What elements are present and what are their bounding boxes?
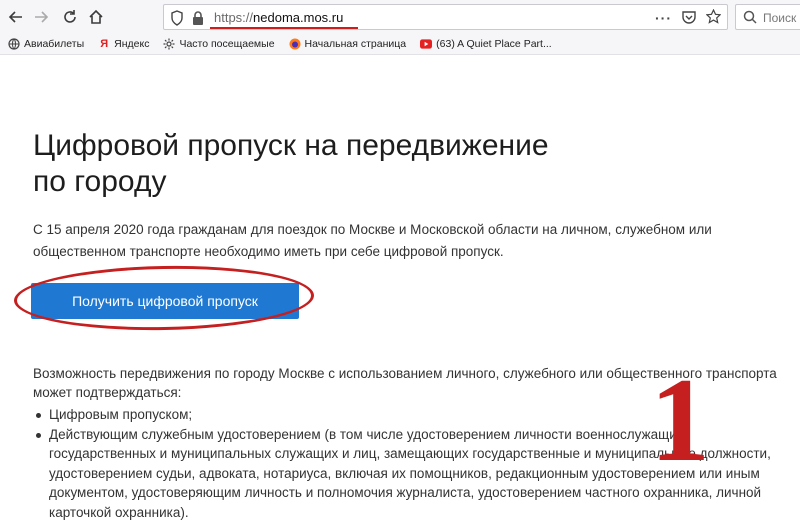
arrow-left-icon[interactable]: [6, 7, 26, 27]
intro-paragraph: С 15 апреля 2020 года гражданам для поез…: [33, 222, 712, 259]
search-placeholder: Поиск: [763, 11, 797, 25]
bookmarks-bar: Авиабилеты Я Яндекс Часто посещаемые Нач…: [0, 34, 800, 55]
url-text[interactable]: https://nedoma.mos.ru: [214, 10, 343, 25]
url-bar[interactable]: https://nedoma.mos.ru ···: [163, 4, 728, 30]
bookmark-label: Яндекс: [114, 38, 150, 50]
globe-icon: [8, 38, 20, 50]
page-title: Цифровой пропуск на передвижение по горо…: [33, 128, 633, 200]
gear-icon: [163, 38, 175, 50]
more-dots-icon[interactable]: ···: [655, 10, 672, 26]
annotation-number: 1: [650, 353, 710, 486]
browser-toolbar: https://nedoma.mos.ru ··· Поиск: [0, 0, 800, 34]
arrow-right-icon[interactable]: [31, 7, 51, 27]
url-host: nedoma.mos.ru: [253, 10, 344, 25]
search-icon: [743, 10, 757, 29]
firefox-icon: [289, 38, 301, 50]
search-box[interactable]: Поиск: [735, 4, 800, 30]
bookmark-item[interactable]: Начальная страница: [289, 38, 407, 50]
yandex-icon: Я: [100, 38, 109, 50]
page-title-line2: по городу: [33, 165, 167, 198]
bookmark-item[interactable]: (63) A Quiet Place Part...: [420, 38, 552, 50]
star-icon[interactable]: [705, 8, 722, 27]
bookmark-label: Часто посещаемые: [179, 38, 275, 50]
bookmark-label: (63) A Quiet Place Part...: [436, 38, 552, 50]
url-tools: ···: [655, 8, 722, 28]
list-item-text: Цифровым пропуском;: [49, 407, 193, 422]
shield-icon[interactable]: [170, 10, 186, 26]
home-icon[interactable]: [86, 7, 106, 27]
lock-icon[interactable]: [192, 10, 208, 26]
url-scheme: https://: [214, 10, 254, 25]
page-title-line1: Цифровой пропуск на передвижение: [33, 129, 549, 162]
reload-icon[interactable]: [60, 7, 80, 27]
youtube-icon: [420, 38, 433, 50]
bookmark-item[interactable]: Авиабилеты: [8, 38, 84, 50]
bookmark-item[interactable]: Я Яндекс: [98, 38, 149, 50]
annotation-underline: [210, 27, 358, 29]
pocket-icon[interactable]: [682, 10, 696, 27]
bookmark-item[interactable]: Часто посещаемые: [163, 38, 275, 50]
bookmark-label: Начальная страница: [304, 38, 407, 50]
bookmark-label: Авиабилеты: [24, 38, 85, 50]
annotation-circle: [13, 263, 315, 333]
